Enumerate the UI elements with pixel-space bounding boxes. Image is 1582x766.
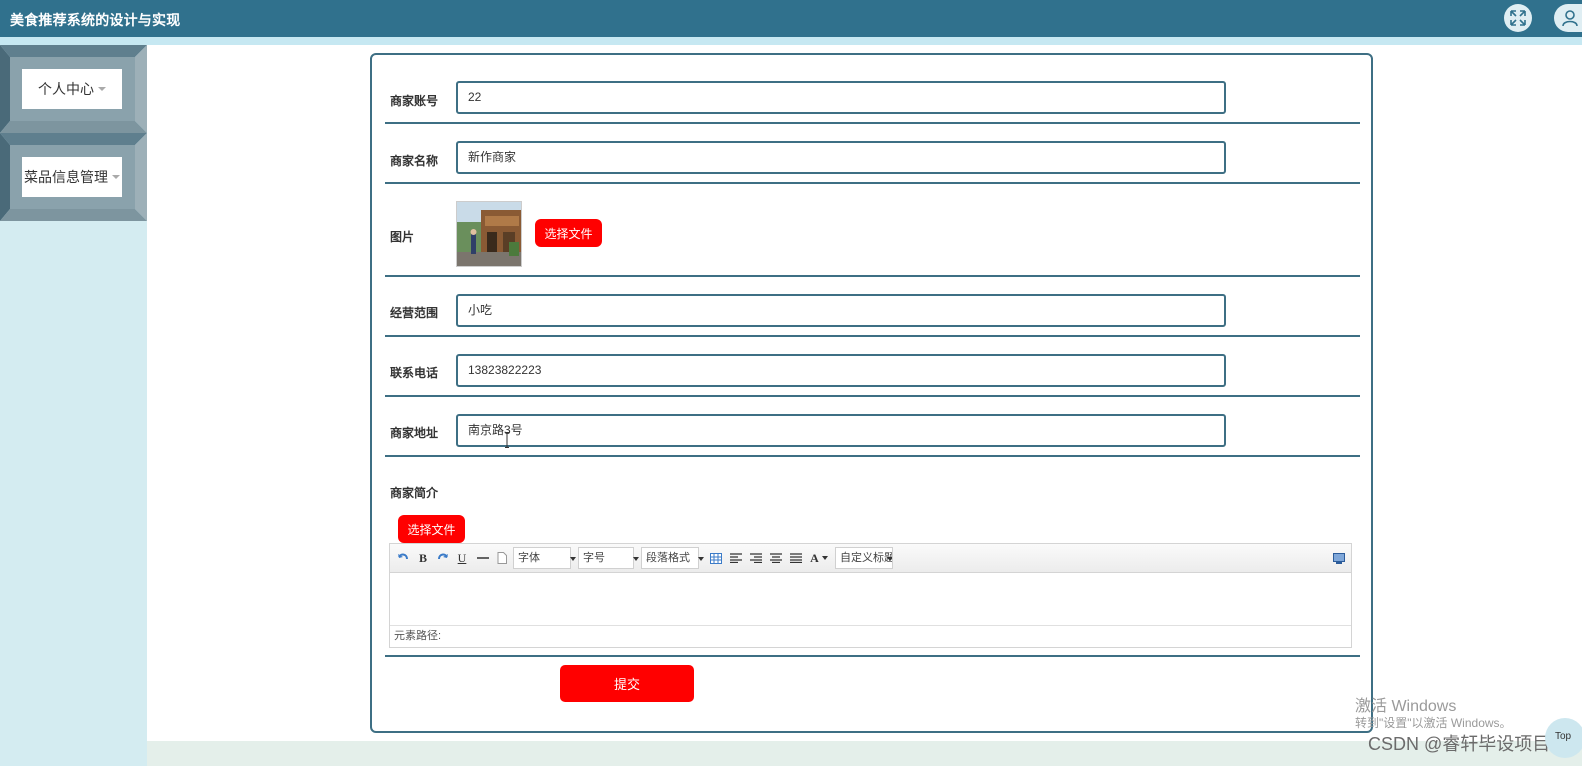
paragraph-format-select[interactable]: 段落格式 [641, 547, 704, 569]
divider [385, 335, 1360, 337]
merchant-image-thumbnail [456, 201, 522, 267]
sidebar-item-label: 菜品信息管理 [22, 157, 122, 197]
business-scope-input[interactable]: 小吃 [456, 294, 1226, 327]
account-label: 商家账号 [390, 94, 439, 108]
phone-label: 联系电话 [390, 366, 439, 380]
account-input[interactable]: 22 [456, 81, 1226, 114]
phone-input[interactable]: 13823822223 [456, 354, 1226, 387]
dropdown-arrow-icon [887, 557, 892, 561]
editor-choose-file-button[interactable]: 选择文件 [398, 515, 465, 543]
sidebar-item-text: 菜品信息管理 [24, 169, 108, 185]
bold-button[interactable]: B [417, 550, 429, 566]
align-justify-icon[interactable] [789, 550, 803, 566]
image-label: 图片 [390, 230, 415, 244]
header-sub-strip [0, 37, 1582, 45]
divider [385, 122, 1360, 124]
dropdown-arrow-icon [570, 557, 576, 561]
submit-button[interactable]: 提交 [560, 665, 694, 702]
intro-label: 商家简介 [390, 486, 439, 500]
back-to-top-button[interactable]: Top [1545, 718, 1582, 758]
divider [385, 275, 1360, 277]
rich-text-editor: B U 字体 字号 段落格式 A 自定义标题 元素路径: [389, 543, 1352, 648]
fullscreen-icon[interactable] [1332, 550, 1346, 566]
top-bar: 美食推荐系统的设计与实现 [0, 0, 1582, 37]
table-icon[interactable] [709, 550, 723, 566]
merchant-form: 商家账号 22 商家名称 新作商家 图片 选择文件 经营范围 小吃 联系电话 1… [370, 53, 1373, 733]
dropdown-arrow-icon [821, 556, 828, 560]
name-input[interactable]: 新作商家 [456, 141, 1226, 174]
align-center-icon[interactable] [769, 550, 783, 566]
sidebar-item-dish-management[interactable]: 菜品信息管理 [0, 133, 147, 221]
editor-toolbar: B U 字体 字号 段落格式 A 自定义标题 [390, 544, 1351, 573]
activate-windows-title: 激活 Windows [1355, 698, 1457, 715]
font-color-letter: A [810, 550, 819, 565]
text-cursor-icon [505, 432, 509, 448]
divider [385, 655, 1360, 657]
bottom-strip [147, 741, 1582, 766]
name-label: 商家名称 [390, 154, 439, 168]
align-left-icon[interactable] [729, 550, 743, 566]
divider [385, 182, 1360, 184]
font-family-value: 字体 [518, 552, 540, 564]
redo-icon[interactable] [436, 550, 450, 566]
sidebar-item-personal-center[interactable]: 个人中心 [0, 45, 147, 133]
font-size-select[interactable]: 字号 [578, 547, 639, 569]
font-family-select[interactable]: 字体 [513, 547, 576, 569]
undo-icon[interactable] [396, 550, 410, 566]
address-label: 商家地址 [390, 426, 439, 440]
font-size-value: 字号 [583, 552, 605, 564]
sidebar: 个人中心 菜品信息管理 [0, 45, 147, 766]
business-scope-label: 经营范围 [390, 306, 439, 320]
sidebar-item-text: 个人中心 [38, 81, 94, 97]
align-right-icon[interactable] [749, 550, 763, 566]
underline-button[interactable]: U [456, 550, 468, 566]
page-icon[interactable] [496, 550, 508, 566]
font-color-button[interactable]: A [809, 550, 829, 566]
chevron-down-icon [112, 175, 120, 179]
divider [385, 455, 1360, 457]
chevron-down-icon [98, 87, 106, 91]
dropdown-arrow-icon [698, 557, 704, 561]
dropdown-arrow-icon [633, 557, 639, 561]
app-title: 美食推荐系统的设计与实现 [10, 12, 181, 28]
csdn-watermark: CSDN @睿轩毕设项目 [1368, 734, 1551, 754]
paragraph-format-value: 段落格式 [646, 552, 690, 564]
user-icon[interactable] [1554, 4, 1582, 32]
sidebar-item-label: 个人中心 [22, 69, 122, 109]
divider [385, 395, 1360, 397]
horizontal-rule-icon[interactable] [476, 550, 490, 566]
custom-title-value: 自定义标题 [840, 552, 893, 564]
editor-element-path: 元素路径: [390, 625, 1351, 647]
expand-icon[interactable] [1504, 4, 1532, 32]
activate-windows-subtitle: 转到"设置"以激活 Windows。 [1355, 716, 1512, 730]
address-input[interactable]: 南京路3号 [456, 414, 1226, 447]
choose-image-button[interactable]: 选择文件 [535, 219, 602, 247]
custom-title-select[interactable]: 自定义标题 [835, 547, 893, 569]
